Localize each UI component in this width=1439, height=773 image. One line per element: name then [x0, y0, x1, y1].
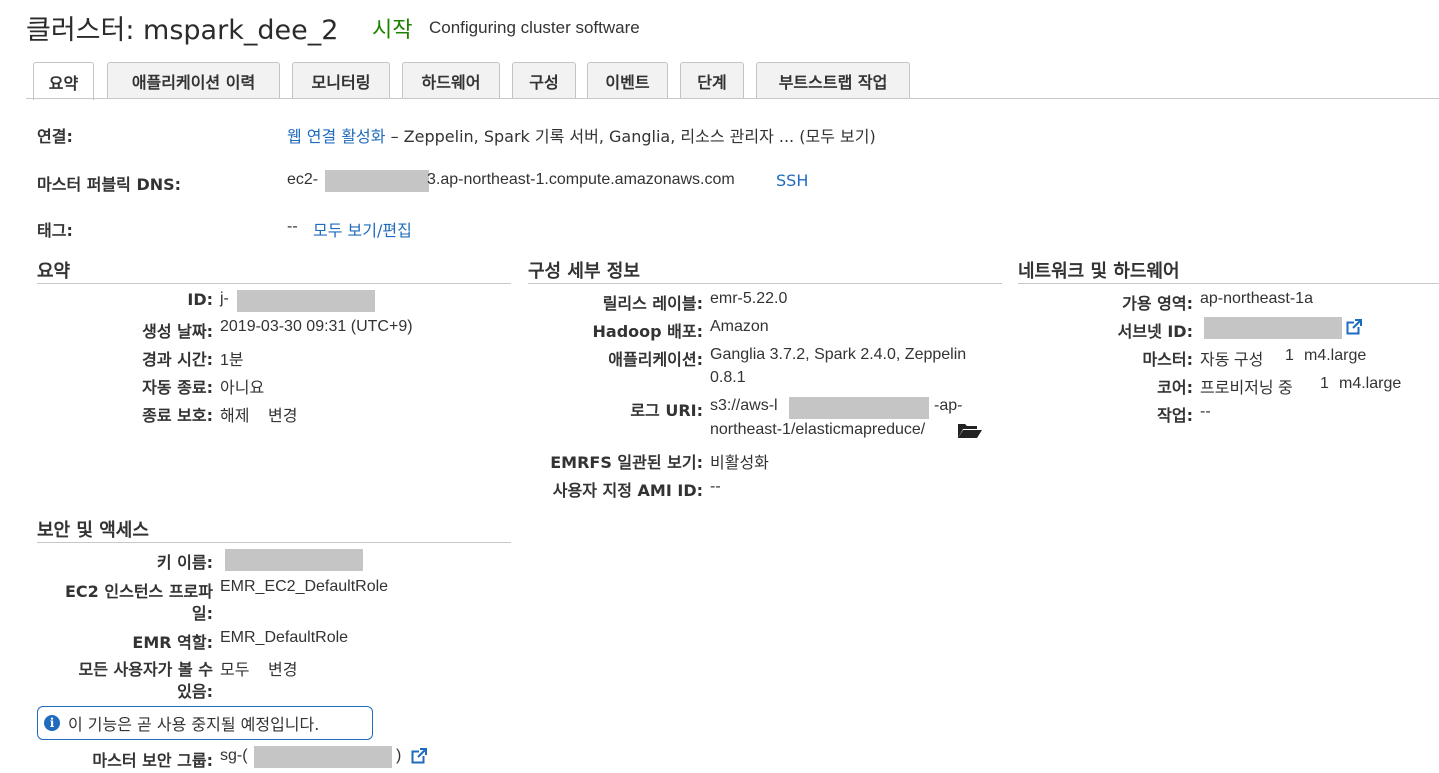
termination-protection-value: 해제: [220, 408, 250, 425]
external-link-icon[interactable]: [1346, 319, 1362, 335]
tab-monitoring[interactable]: 모니터링: [292, 62, 390, 98]
core-node-status: 프로비저닝 중: [1200, 380, 1293, 397]
core-node-label: 코어:: [1157, 378, 1193, 397]
tags-label: 태그:: [37, 221, 73, 240]
tab-bootstrap-actions[interactable]: 부트스트랩 작업: [756, 62, 910, 98]
master-node-label: 마스터:: [1142, 350, 1193, 369]
log-uri-redacted: [789, 397, 929, 419]
summary-heading: 요약: [37, 257, 511, 284]
master-dns-label: 마스터 퍼블릭 DNS:: [37, 175, 182, 194]
enable-web-connection-link[interactable]: 웹 연결 활성화: [287, 127, 386, 146]
core-node-type: m4.large: [1339, 375, 1402, 392]
custom-ami-id-value: --: [710, 478, 721, 495]
visible-to-all-users-value: 모두: [220, 662, 250, 679]
visible-to-all-users-change-link[interactable]: 변경: [268, 656, 297, 680]
ec2-instance-profile-value: EMR_EC2_DefaultRole: [220, 578, 389, 595]
log-uri-mid: -ap-: [934, 397, 963, 414]
release-label-value: emr-5.22.0: [710, 290, 788, 307]
master-node-count: 1: [1285, 347, 1294, 364]
visible-to-all-users-label-line2: 있음:: [177, 682, 213, 701]
tab-events[interactable]: 이벤트: [587, 62, 668, 98]
tab-application-history[interactable]: 애플리케이션 이력: [107, 62, 280, 98]
hadoop-distribution-value: Amazon: [710, 318, 769, 335]
termination-protection-label: 종료 보호:: [142, 406, 213, 425]
cluster-status: 시작: [372, 18, 413, 43]
applications-value-line1: Ganglia 3.7.2, Spark 2.4.0, Zeppelin: [710, 346, 967, 363]
emr-role-label: EMR 역할:: [132, 633, 213, 652]
elapsed-time-value: 1분: [220, 352, 244, 369]
visible-to-all-users-label-line1: 모든 사용자가 볼 수: [78, 660, 213, 679]
tags-view-edit-link[interactable]: 모두 보기/편집: [313, 217, 412, 241]
master-dns-prefix: ec2-: [287, 171, 319, 188]
cluster-id-label: ID:: [187, 290, 213, 309]
task-node-value: --: [1200, 403, 1211, 420]
created-date-label: 생성 날짜:: [142, 322, 213, 341]
task-node-label: 작업:: [1157, 406, 1193, 425]
termination-protection-change-link[interactable]: 변경: [268, 402, 297, 426]
config-details-heading: 구성 세부 정보: [528, 257, 1002, 284]
emr-role-value: EMR_DefaultRole: [220, 629, 349, 646]
hadoop-distribution-label: Hadoop 배포:: [592, 322, 704, 341]
tab-steps[interactable]: 단계: [680, 62, 744, 98]
custom-ami-id-label: 사용자 지정 AMI ID:: [552, 481, 703, 500]
tab-hardware[interactable]: 하드웨어: [402, 62, 500, 98]
deprecation-notice: i 이 기능은 곧 사용 중지될 예정입니다.: [37, 706, 373, 740]
elapsed-time-label: 경과 시간:: [142, 350, 213, 369]
connection-label: 연결:: [37, 127, 73, 146]
network-hardware-heading: 네트워크 및 하드웨어: [1018, 257, 1439, 284]
deprecation-notice-text: 이 기능은 곧 사용 중지될 예정입니다.: [68, 715, 320, 734]
master-security-group-suffix[interactable]: ): [396, 747, 401, 765]
ssh-link[interactable]: SSH: [776, 171, 808, 190]
key-name-label: 키 이름:: [156, 553, 213, 572]
master-node-type: m4.large: [1304, 347, 1367, 364]
security-access-heading: 보안 및 액세스: [37, 516, 511, 543]
emrfs-consistent-view-value: 비활성화: [710, 455, 769, 472]
subnet-id-label: 서브넷 ID:: [1117, 322, 1193, 341]
ec2-instance-profile-label-line2: 일:: [191, 604, 213, 623]
tags-value: --: [287, 218, 298, 235]
release-label-label: 릴리스 레이블:: [602, 294, 703, 313]
master-dns-suffix: 3.ap-northeast-1.compute.amazonaws.com: [427, 171, 735, 188]
availability-zone-label: 가용 영역:: [1122, 294, 1193, 313]
tab-configuration[interactable]: 구성: [512, 62, 576, 98]
key-name-redacted: [225, 549, 363, 571]
master-security-group-redacted: [254, 746, 392, 768]
info-icon: i: [44, 715, 60, 731]
tab-summary[interactable]: 요약: [33, 62, 94, 100]
auto-terminate-label: 자동 종료:: [142, 378, 213, 397]
log-uri-line2: northeast-1/elasticmapreduce/: [710, 421, 926, 438]
applications-label: 애플리케이션:: [608, 350, 703, 369]
external-link-icon[interactable]: [411, 748, 427, 764]
master-security-group-label: 마스터 보안 그룹:: [92, 751, 213, 770]
emrfs-consistent-view-label: EMRFS 일관된 보기:: [550, 453, 703, 472]
log-uri-label: 로그 URI:: [630, 401, 703, 420]
folder-open-icon[interactable]: [957, 421, 983, 439]
connection-apps-text: – Zeppelin, Spark 기록 서버, Ganglia, 리소스 관리…: [390, 127, 876, 146]
core-node-count: 1: [1320, 375, 1329, 392]
subnet-id-redacted: [1204, 317, 1342, 339]
master-dns-redacted: [325, 170, 429, 192]
applications-value-line2: 0.8.1: [710, 369, 746, 386]
master-security-group-prefix[interactable]: sg-(: [220, 747, 248, 765]
page-title: 클러스터: mspark_dee_2: [26, 15, 339, 46]
ec2-instance-profile-label-line1: EC2 인스턴스 프로파: [65, 582, 213, 601]
log-uri-prefix: s3://aws-l: [710, 397, 778, 414]
master-node-status: 자동 구성: [1200, 352, 1264, 369]
created-date-value: 2019-03-30 09:31 (UTC+9): [220, 318, 413, 335]
cluster-id-redacted: [237, 290, 375, 312]
cluster-id-prefix: j-: [220, 290, 229, 307]
auto-terminate-value: 아니요: [220, 380, 265, 397]
cluster-status-detail: Configuring cluster software: [429, 18, 640, 37]
availability-zone-value: ap-northeast-1a: [1200, 290, 1313, 307]
connection-value: 웹 연결 활성화 – Zeppelin, Spark 기록 서버, Gangli…: [287, 123, 876, 147]
tab-divider: [26, 98, 1439, 99]
